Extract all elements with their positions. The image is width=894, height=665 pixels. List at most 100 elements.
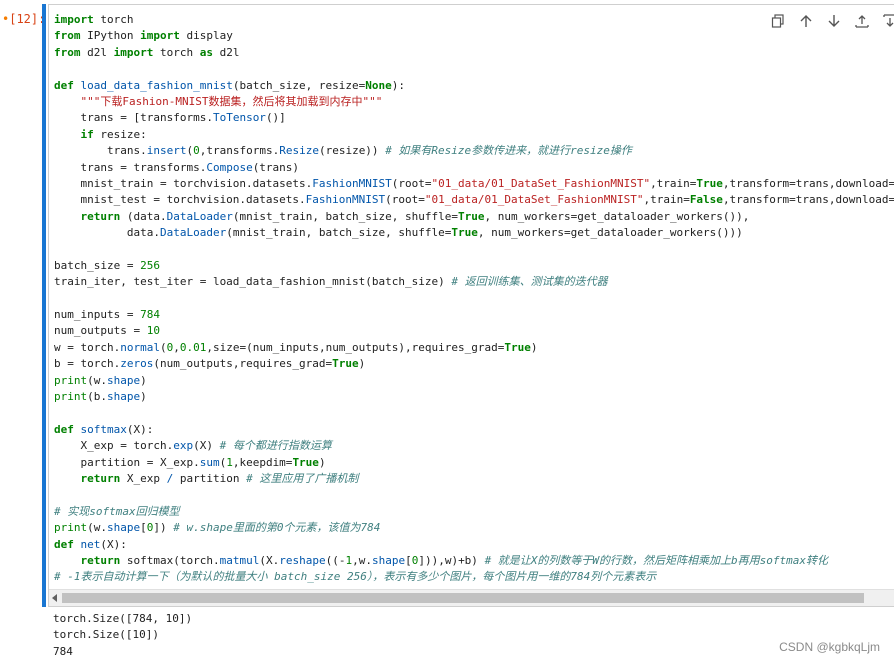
code-token: if	[80, 127, 94, 141]
code-token: (root=	[391, 176, 432, 190]
code-token: partition	[173, 471, 247, 485]
scroll-left-icon[interactable]	[52, 594, 57, 602]
code-token: # 实现softmax回归模型	[54, 504, 180, 518]
arrow-down-icon[interactable]	[825, 12, 843, 30]
code-line: mnist_test = torchvision.datasets.Fashio…	[54, 192, 894, 208]
code-token: True	[332, 357, 359, 371]
code-token: batch_size =	[54, 258, 141, 272]
code-token: (data.	[120, 209, 167, 223]
code-token: 1	[226, 455, 233, 469]
code-token: d2l	[80, 45, 114, 59]
code-token: ToTensor	[212, 111, 266, 125]
code-line: train_iter, test_iter = load_data_fashio…	[54, 274, 894, 290]
code-token: ,w.	[352, 553, 372, 567]
code-token: DataLoader	[166, 209, 233, 223]
horizontal-scrollbar[interactable]	[49, 589, 894, 606]
arrow-up-icon[interactable]	[797, 12, 815, 30]
code-cell[interactable]: import torch from IPython import display f…	[48, 4, 894, 607]
code-token: FashionMNIST	[312, 176, 392, 190]
code-token: (X)	[193, 439, 220, 453]
code-token: insert	[146, 144, 187, 158]
code-token: (X):	[100, 537, 127, 551]
code-token: from	[54, 45, 81, 59]
code-token: 0	[193, 144, 200, 158]
code-token: (	[159, 340, 167, 354]
code-line: if resize:	[54, 127, 894, 143]
code-line: X_exp = torch.exp(X) # 每个都进行指数运算	[54, 438, 894, 454]
code-line: trans = transforms.Compose(trans)	[54, 160, 894, 176]
code-line: b = torch.zeros(num_outputs,requires_gra…	[54, 356, 894, 372]
code-token: )	[140, 373, 147, 387]
code-line: return softmax(torch.matmul(X.reshape((-…	[54, 553, 894, 569]
code-token: mnist_test = torchvision.datasets.	[54, 193, 306, 207]
code-line: trans = [transforms.ToTensor()]	[54, 110, 894, 126]
code-token: sum	[199, 455, 220, 469]
watermark: CSDN @kgbkqLjm	[779, 640, 880, 654]
code-token: IPython	[80, 29, 141, 43]
code-token: [	[405, 553, 412, 567]
code-token: display	[179, 29, 233, 43]
code-token: import	[140, 29, 180, 43]
code-token: resize:	[93, 127, 147, 141]
code-token: X_exp	[120, 471, 167, 485]
code-token: from	[54, 29, 81, 43]
code-token: zeros	[120, 357, 154, 371]
code-token: DataLoader	[159, 226, 227, 240]
code-token: ,transform=trans,download=	[722, 193, 894, 207]
insert-above-icon[interactable]	[853, 12, 871, 30]
code-token: mnist_train = torchvision.datasets.	[54, 176, 313, 190]
code-token: print	[54, 373, 88, 387]
code-line: print(b.shape)	[54, 389, 894, 405]
code-token: 256	[140, 258, 160, 272]
code-token: 784	[140, 308, 160, 322]
code-token: import	[113, 45, 154, 59]
insert-below-icon[interactable]	[881, 12, 894, 30]
code-line: def load_data_fashion_mnist(batch_size, …	[54, 78, 894, 94]
code-token: ,keepdim=	[232, 455, 293, 469]
code-token: d2l	[212, 45, 240, 59]
code-line: partition = X_exp.sum(1,keepdim=True)	[54, 455, 894, 471]
code-token: True	[504, 340, 531, 354]
code-token: trans = [transforms.	[54, 111, 213, 125]
code-token: data.	[54, 226, 160, 240]
code-line: # 实现softmax回归模型	[54, 504, 894, 520]
scrollbar-thumb[interactable]	[62, 593, 864, 603]
code-token: X_exp = torch.	[54, 439, 174, 453]
code-line: num_outputs = 10	[54, 323, 894, 339]
code-token: ,transform=trans,download=	[722, 176, 894, 190]
code-token: # 每个都进行指数运算	[219, 439, 332, 453]
code-token: True	[451, 226, 478, 240]
code-token: ,size=(num_inputs,num_outputs),requires_…	[206, 340, 505, 354]
code-token: import	[54, 13, 94, 26]
code-line: def softmax(X):	[54, 422, 894, 438]
code-token: (w.	[87, 373, 107, 387]
code-line: """下载Fashion-MNIST数据集，然后将其加载到内存中"""	[54, 94, 894, 110]
code-editor[interactable]: import torch from IPython import display f…	[54, 12, 894, 586]
code-token: partition = X_exp.	[54, 455, 200, 469]
code-token: 10	[146, 324, 160, 338]
code-line: data.DataLoader(mnist_train, batch_size,…	[54, 225, 894, 241]
code-line: print(w.shape[0]) # w.shape里面的第0个元素，该值为7…	[54, 520, 894, 536]
code-token: (trans)	[252, 160, 300, 174]
code-token: # -1表示自动计算一下（为默认的批量大小 batch_size 256），表示…	[54, 570, 657, 584]
code-token: def	[54, 78, 74, 92]
code-token: # 返回训练集、测试集的迭代器	[451, 275, 608, 289]
code-token: [	[140, 521, 147, 535]
code-token: net	[80, 537, 101, 551]
code-token: 0.01	[179, 340, 207, 354]
code-token: (w.	[87, 521, 107, 535]
copy-icon[interactable]	[769, 12, 787, 30]
code-token: """下载Fashion-MNIST数据集，然后将其加载到内存中"""	[80, 94, 383, 108]
code-token: (batch_size, resize=	[232, 78, 366, 92]
code-token: None	[365, 78, 392, 92]
code-token: shape	[107, 521, 141, 535]
